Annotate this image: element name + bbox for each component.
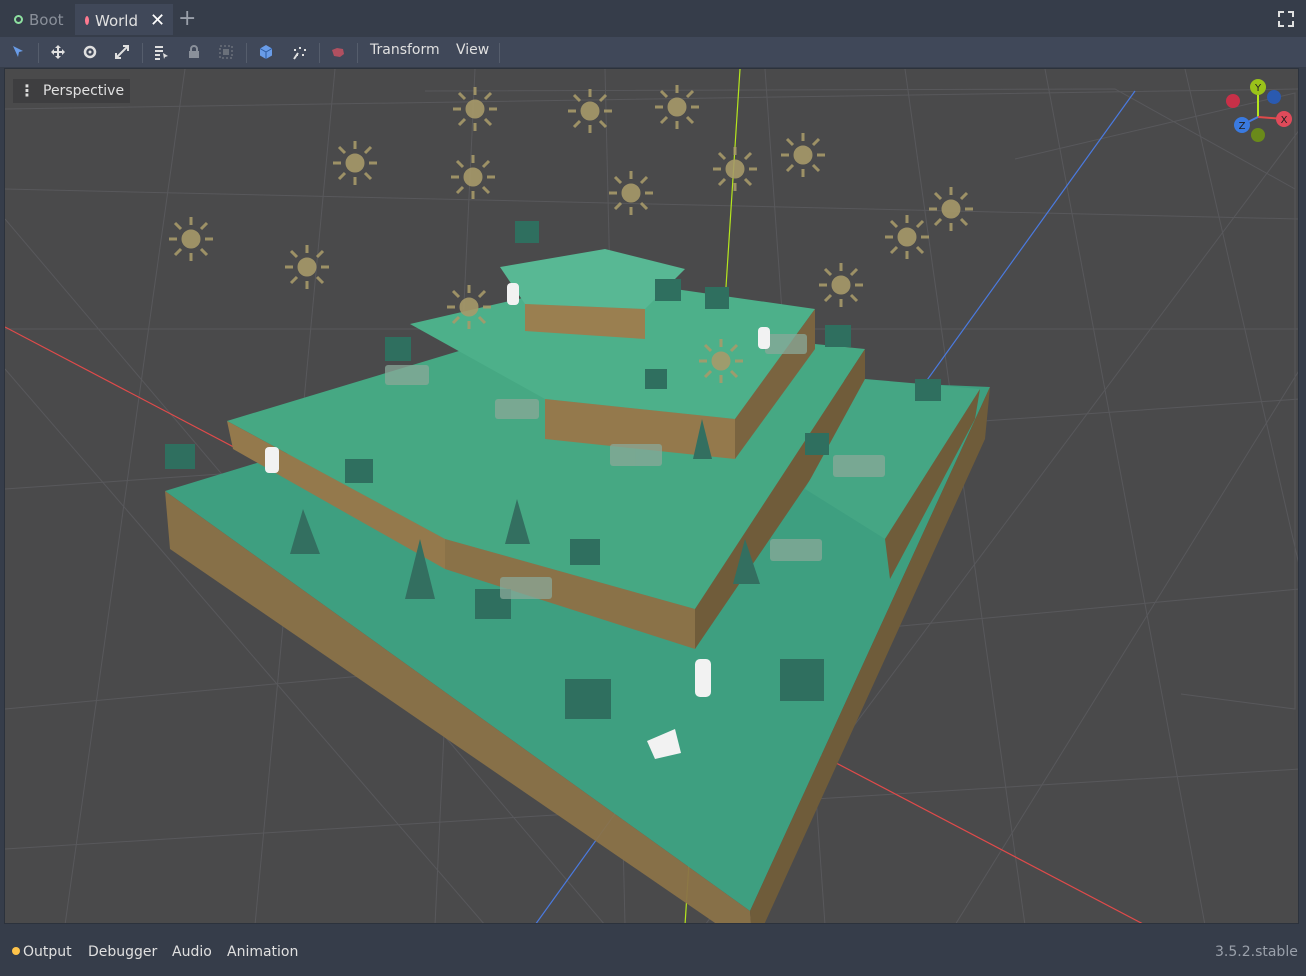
scene-render [5, 69, 1298, 923]
gizmo-neg-z-icon [1267, 90, 1281, 104]
output-label: Output [23, 944, 72, 960]
move-tool-icon[interactable] [49, 43, 67, 61]
toolbar-separator [357, 43, 358, 63]
toolbar-separator [38, 43, 39, 63]
close-icon[interactable]: ✕ [150, 11, 165, 30]
scene-ring-icon [14, 15, 23, 24]
tab-world[interactable]: World ✕ [75, 4, 173, 35]
debugger-tab[interactable]: Debugger [88, 944, 157, 960]
list-select-icon[interactable] [152, 43, 170, 61]
gizmo-neg-y-icon [1251, 128, 1265, 142]
select-tool-icon[interactable] [9, 43, 27, 61]
gizmo-z-label: Z [1239, 121, 1246, 132]
perspective-label: Perspective [43, 83, 125, 99]
transform-menu[interactable]: Transform [370, 42, 440, 58]
lock-icon[interactable] [185, 43, 203, 61]
local-space-icon[interactable] [257, 43, 275, 61]
scene-ring-icon [85, 16, 89, 25]
version-label: 3.5.2.stable [1215, 944, 1298, 960]
toolbar-separator [319, 43, 320, 63]
3d-viewport[interactable]: ⋮ Perspective Y X Z [4, 68, 1299, 924]
snap-icon[interactable] [290, 43, 308, 61]
add-tab-icon[interactable]: + [178, 6, 196, 31]
view-menu[interactable]: View [456, 42, 489, 58]
tab-world-label: World [95, 11, 138, 30]
orientation-gizmo[interactable]: Y X Z [1218, 79, 1298, 149]
camera-preview-icon[interactable] [329, 43, 347, 61]
gizmo-neg-x-icon [1226, 94, 1240, 108]
audio-tab[interactable]: Audio [172, 944, 212, 960]
scale-tool-icon[interactable] [113, 43, 131, 61]
perspective-menu-button[interactable]: ⋮ Perspective [13, 79, 131, 103]
animation-tab[interactable]: Animation [227, 944, 298, 960]
rotate-tool-icon[interactable] [81, 43, 99, 61]
toolbar-separator [499, 43, 500, 63]
gizmo-x-label: X [1281, 115, 1288, 126]
player-character [695, 659, 711, 697]
bottom-panel-bar: Output Debugger Audio Animation 3.5.2.st… [0, 932, 1306, 972]
gizmo-y-label: Y [1254, 83, 1262, 94]
tab-boot-label: Boot [29, 10, 64, 29]
toolbar-separator [142, 43, 143, 63]
scene-tab-bar: Boot World ✕ + [0, 0, 1306, 37]
group-icon[interactable] [217, 43, 235, 61]
kebab-menu-icon: ⋮ [19, 81, 35, 100]
fullscreen-icon[interactable] [1277, 10, 1295, 28]
toolbar-separator [246, 43, 247, 63]
output-tab[interactable]: Output [12, 944, 72, 960]
viewport-toolbar: Transform View [0, 37, 1306, 67]
warning-dot-icon [12, 947, 20, 955]
tab-boot[interactable]: Boot [4, 4, 74, 35]
